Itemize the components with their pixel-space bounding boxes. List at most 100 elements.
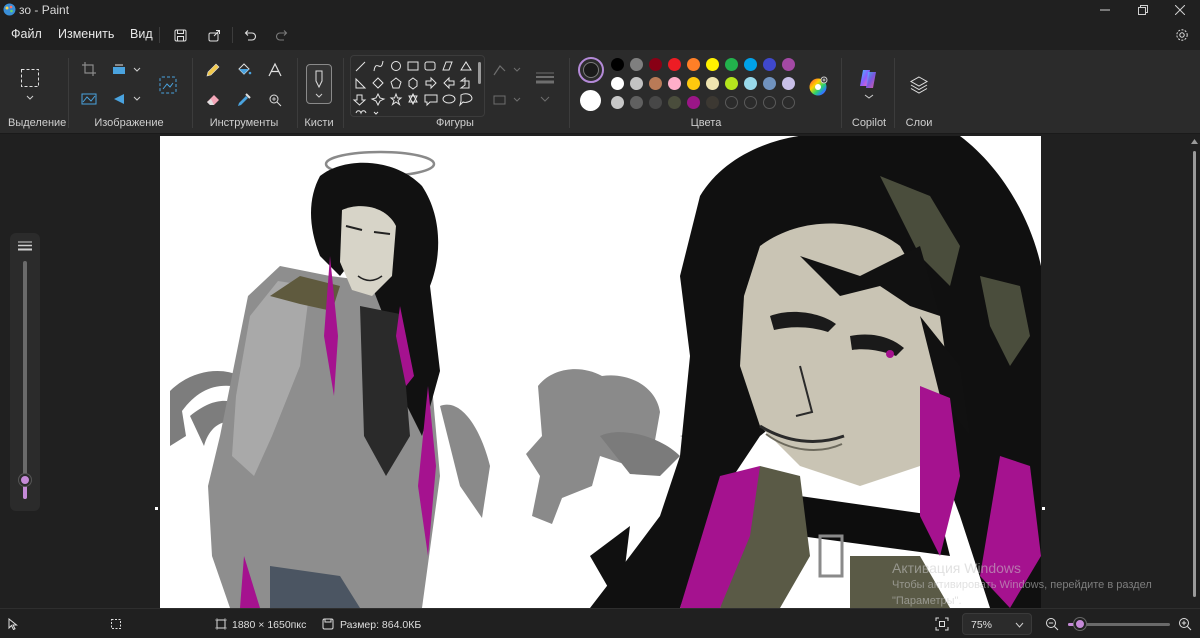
divider [894,58,895,128]
color-swatch[interactable] [763,77,776,90]
eraser-icon [207,95,219,105]
color-swatch[interactable] [687,58,700,71]
color-swatch[interactable] [668,96,681,109]
redo-button[interactable] [269,24,293,46]
settings-button[interactable] [1170,24,1194,46]
zoom-slider[interactable] [1068,618,1170,630]
brush-icon [315,70,323,98]
drawing-canvas[interactable] [160,136,1041,608]
color-swatch[interactable] [668,58,681,71]
eraser-tool[interactable] [203,90,223,110]
crop-button[interactable] [80,60,98,78]
canvas-artwork [170,136,1041,608]
save-icon [322,618,334,630]
divider [343,58,344,128]
stroke-size-icon [536,72,554,84]
brushes-button[interactable] [306,64,332,104]
color-swatch[interactable] [706,58,719,71]
magnifier-tool[interactable] [265,90,285,110]
stroke-size-button[interactable] [532,68,558,88]
fit-to-window-button[interactable] [935,617,949,634]
zoom-slider-thumb[interactable] [1074,618,1087,630]
color-swatch[interactable] [782,77,795,90]
minimize-icon [1100,9,1110,11]
color-swatch[interactable] [744,58,757,71]
color-swatch[interactable] [649,58,662,71]
color-swatch[interactable] [630,77,643,90]
brush-size-track[interactable] [23,261,27,499]
color-swatch[interactable] [668,77,681,90]
secondary-color[interactable] [580,90,601,111]
divider [841,58,842,128]
color-swatch[interactable] [725,58,738,71]
shape-fill-icon [493,95,521,105]
fill-tool[interactable] [234,60,254,80]
color-swatch[interactable] [687,96,700,109]
restore-button[interactable] [1123,0,1163,20]
gear-icon [1176,29,1188,41]
pencil-icon [206,63,220,77]
menu-edit[interactable]: Изменить [58,27,114,41]
canvas-dimensions: 1880 × 1650пкс [232,619,307,631]
title-bar: зо - Paint [0,0,1200,20]
group-label-shapes: Фигуры [436,117,474,129]
background-remove-button[interactable] [157,74,179,96]
color-swatch[interactable] [630,96,643,109]
vertical-scrollbar[interactable] [1189,135,1200,608]
undo-button[interactable] [238,24,262,46]
close-button[interactable] [1160,0,1200,20]
zoom-select[interactable]: 75% [962,613,1032,635]
copilot-button[interactable] [856,66,882,102]
layers-button[interactable] [908,74,930,96]
file-size: Размер: 864.0КБ [340,619,422,631]
resize-handle[interactable] [155,507,158,510]
color-swatch[interactable] [611,77,624,90]
color-swatch[interactable] [744,96,757,109]
color-swatch[interactable] [706,77,719,90]
color-swatch[interactable] [706,96,719,109]
layers-icon [909,76,929,94]
zoom-in-button[interactable] [1178,617,1192,634]
color-swatch[interactable] [725,77,738,90]
color-swatch[interactable] [725,96,738,109]
minimize-button[interactable] [1085,0,1125,20]
color-swatch[interactable] [649,96,662,109]
color-swatch[interactable] [763,58,776,71]
color-swatch[interactable] [782,96,795,109]
color-swatch[interactable] [611,96,624,109]
pencil-tool[interactable] [203,60,223,80]
stroke-size-dropdown[interactable] [536,92,554,106]
resize-handle[interactable] [1042,507,1045,510]
color-picker-tool[interactable] [234,90,254,110]
rotate-button[interactable] [112,90,142,108]
color-swatch[interactable] [782,58,795,71]
shapes-gallery-icons [352,60,481,115]
menu-bar: Файл Изменить Вид [0,20,1200,50]
group-label-brushes: Кисти [304,117,334,129]
menu-file[interactable]: Файл [11,27,42,41]
color-swatch[interactable] [687,77,700,90]
select-tool-button[interactable] [19,66,41,102]
shapes-gallery[interactable] [350,55,485,117]
color-swatch[interactable] [630,58,643,71]
selection-icon [111,619,121,629]
restore-icon [1138,5,1148,15]
color-swatch[interactable] [744,77,757,90]
color-swatch[interactable] [649,77,662,90]
save-button[interactable] [168,24,192,46]
menu-view[interactable]: Вид [130,27,153,41]
share-button[interactable] [202,24,226,46]
brush-size-thumb[interactable] [19,474,31,486]
shape-outline-button[interactable] [492,60,524,80]
edit-colors-button[interactable] [806,74,830,98]
scroll-thumb[interactable] [1193,151,1196,597]
primary-color[interactable] [578,57,604,83]
group-label-copilot: Copilot [851,117,887,129]
zoom-out-button[interactable] [1045,617,1059,634]
shape-fill-button[interactable] [492,90,524,110]
text-tool[interactable] [265,60,285,80]
color-swatch[interactable] [611,58,624,71]
resize-button[interactable] [112,60,142,78]
color-swatch[interactable] [763,96,776,109]
image-fx-button[interactable] [80,90,98,108]
